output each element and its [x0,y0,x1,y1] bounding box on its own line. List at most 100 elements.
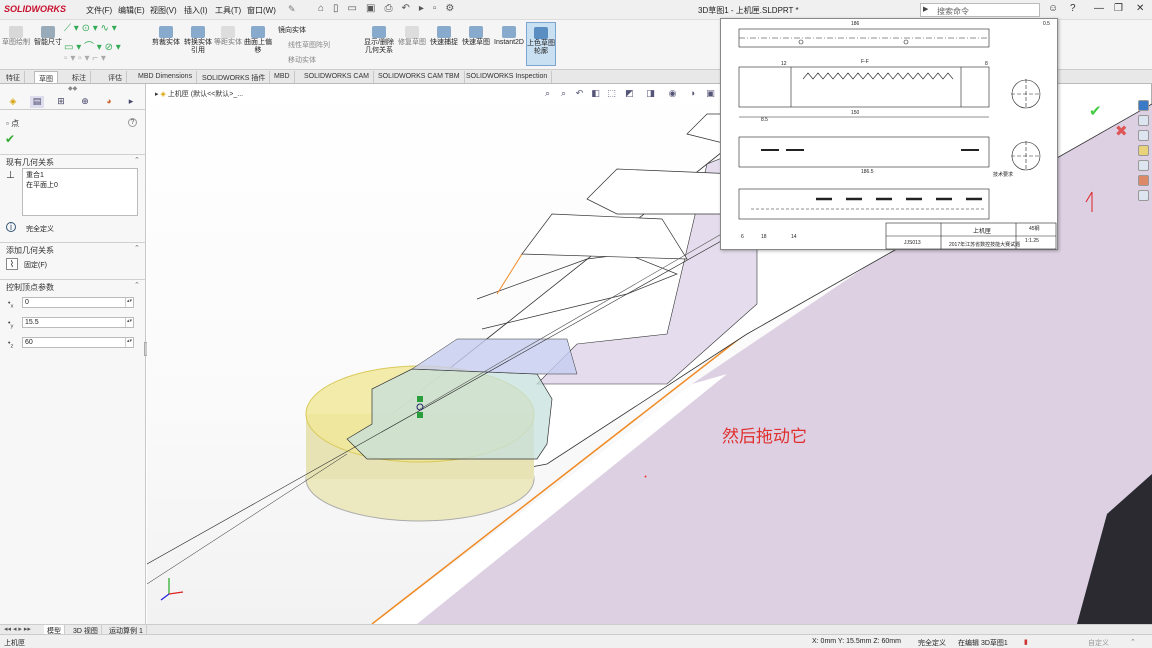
convert-entities-button[interactable]: 转换实体引用 [184,26,212,55]
more-tabs-icon[interactable]: ▸ [124,96,138,108]
tab-evaluate[interactable]: 评估 [104,71,127,83]
display-style-icon[interactable]: ◨ [645,88,656,99]
sketch-button[interactable]: 草图绘制 [2,26,30,47]
feature-manager-tab-icon[interactable]: ◈ [6,96,20,108]
shaded-sketch-contours-button[interactable]: 上色草图轮廓 [526,22,556,66]
menu-view[interactable]: 视图(V) [150,5,177,16]
file-explorer-icon[interactable] [1138,145,1149,156]
restore-button[interactable]: ❐ [1114,3,1123,14]
tab-solidworks-addins[interactable]: SOLIDWORKS 插件 [198,71,271,83]
apply-scene-icon[interactable]: ▣ [705,88,716,99]
existing-relations-header: 现有几何关系 [6,158,54,167]
fix-relation-icon[interactable]: ⌇ [6,258,18,270]
offset-icon [221,26,235,38]
collapse-chevron-icon[interactable]: ⌃ [134,244,140,252]
repair-sketch-button[interactable]: 修复草图 [398,26,426,47]
menu-tools[interactable]: 工具(T) [215,5,241,16]
line-icon[interactable]: ⟋ ▾ ⊙ ▾ ∿ ▾ [64,23,117,34]
y-coordinate-input[interactable]: 15.5 ▴▾ [22,317,134,328]
mirror-entities-button[interactable]: 镜向实体 [278,25,306,35]
relations-list[interactable]: 重合1 在平面上0 [22,168,138,216]
drawing-end-view [738,188,990,220]
add-relations-header: 添加几何关系 [6,246,54,255]
repair-icon [405,26,419,38]
menu-edit[interactable]: 编辑(E) [118,5,145,16]
view-orientation-icon[interactable]: ◩ [624,88,635,99]
sketch-line [147,453,348,585]
close-button[interactable]: ✕ [1136,3,1144,14]
hide-show-items-icon[interactable]: ◉ [667,88,678,99]
dimxpert-tab-icon[interactable]: ⊕ [78,96,92,108]
point-handle [417,396,423,402]
home-icon[interactable] [1138,115,1149,126]
custom-properties-icon[interactable] [1138,190,1149,201]
configuration-manager-tab-icon[interactable]: ⊞ [54,96,68,108]
tab-mbd[interactable]: MBD [270,71,295,83]
spinner-icon[interactable]: ▴▾ [125,318,133,327]
z-coordinate-input[interactable]: 60 ▴▾ [22,337,134,348]
relation-item[interactable]: 重合1 [26,171,134,181]
spinner-icon[interactable]: ▴▾ [125,298,133,307]
previous-view-icon[interactable]: ↶ [574,88,585,99]
help-button[interactable]: ? [1070,3,1076,14]
tab-features[interactable]: 特征 [2,71,25,83]
relation-item[interactable]: 在平面上0 [26,181,134,191]
move-entities-button[interactable]: 移动实体 [288,55,316,65]
menu-file[interactable]: 文件(F) [86,5,112,16]
tab-solidworks-cam-tbm[interactable]: SOLIDWORKS CAM TBM [374,71,465,83]
tab-solidworks-inspection[interactable]: SOLIDWORKS Inspection [462,71,553,83]
tab-solidworks-cam[interactable]: SOLIDWORKS CAM [300,71,374,83]
section-view-icon[interactable]: ◧ [590,88,601,99]
smart-dimension-button[interactable]: 智能尺寸 [34,26,62,47]
quick-snaps-button[interactable]: 快速捕捉 [430,26,458,47]
dimension-label: 0.5 [1043,21,1050,27]
rapid-sketch-button[interactable]: 快速草图 [462,26,490,47]
spinner-icon[interactable]: ▴▾ [125,338,133,347]
pin-icon[interactable]: ✎ [288,4,296,15]
instant2d-button[interactable]: Instant2D [492,26,526,47]
collapse-handle[interactable]: ◆◆ [68,85,77,92]
x-coordinate-input[interactable]: 0 ▴▾ [22,297,134,308]
dynamic-annotation-icon[interactable]: ⬚ [606,88,617,99]
fix-relation-button[interactable]: 固定(F) [24,260,47,270]
tab-annotation[interactable]: 标注 [68,71,91,83]
minimize-button[interactable]: — [1094,3,1104,14]
help-icon[interactable]: ? [128,118,137,127]
design-library-icon[interactable] [1138,130,1149,141]
tab-mbd-dimensions[interactable]: MBD Dimensions [134,71,198,83]
tutorial-annotation: 然后拖动它 [722,427,807,446]
tab-scroll-arrows-icon[interactable]: ◂◂ ◂ ▸ ▸▸ [4,625,31,633]
status-menu-icon[interactable]: ⌃ [1130,638,1136,646]
triad-z-axis [160,593,170,601]
ok-check-icon[interactable]: ✔ [5,132,15,146]
trim-entities-button[interactable]: 剪裁实体 [152,26,180,47]
dimension-label: 8.5 [761,117,768,123]
offset-entities-button[interactable]: 等距实体 [214,26,242,47]
collapse-chevron-icon[interactable]: ⌃ [134,156,140,164]
rectangle-icon[interactable]: ▭ ▾ ⌒ ▾ ⊘ ▾ [64,38,121,53]
view-palette-icon[interactable] [1138,160,1149,171]
property-manager-tab-icon[interactable]: ▤ [30,96,44,108]
offset-on-surface-button[interactable]: 曲面上偏移 [244,26,272,55]
menu-window[interactable]: 窗口(W) [247,5,276,16]
menu-insert[interactable]: 插入(I) [184,5,208,16]
appearances-icon[interactable] [1138,175,1149,186]
task-pane-tabs [1138,100,1150,205]
rebuild-icon[interactable]: ▮ [1024,638,1028,646]
display-relations-button[interactable]: 显示/删除几何关系 [362,26,396,55]
search-input[interactable]: 搜索命令 [920,3,1040,17]
edit-appearance-icon[interactable]: ◑ [687,88,698,99]
text-icon[interactable]: ▫ ▾ ▫ ▾ ⌐ ▾ [64,53,106,64]
zoom-area-icon[interactable]: ⌕ [558,88,569,99]
feature-tree-flyout[interactable]: ▸ ◈ 上机匣 (默认<<默认>_... [155,89,243,99]
zoom-to-fit-icon[interactable]: ⌕ [542,88,553,99]
linear-pattern-button[interactable]: 线性草图阵列 [288,40,330,50]
dimension-label: 186.5 [861,169,874,175]
tab-sketch[interactable]: 草图 [34,71,58,83]
quick-access-toolbar[interactable]: ⌂▯▭▣⎙↶▸▫⚙ [318,3,463,14]
units-selector[interactable]: 自定义 [1088,638,1109,648]
solidworks-resources-icon[interactable] [1138,100,1149,111]
collapse-chevron-icon[interactable]: ⌃ [134,281,140,289]
display-manager-tab-icon[interactable]: ◕ [102,96,116,108]
user-icon[interactable]: ☺ [1048,3,1058,14]
